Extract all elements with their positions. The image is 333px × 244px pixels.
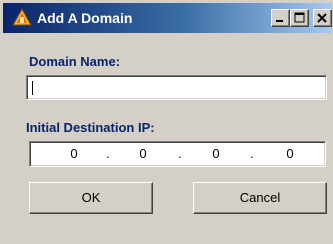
domain-app-icon — [12, 8, 32, 26]
ip-octet-4[interactable]: 0 — [280, 146, 300, 162]
ip-address-input[interactable]: 0 . 0 . 0 . 0 — [29, 141, 326, 167]
ok-button[interactable]: OK — [29, 182, 153, 214]
window-title: Add A Domain — [37, 10, 133, 26]
text-caret — [32, 81, 33, 95]
domain-name-label: Domain Name: — [29, 54, 121, 69]
ip-separator: . — [250, 146, 254, 161]
minimize-button[interactable] — [271, 9, 290, 27]
ip-separator: . — [106, 146, 110, 161]
ip-octet-1[interactable]: 0 — [64, 146, 84, 162]
maximize-icon — [294, 12, 305, 23]
minimize-icon — [276, 20, 283, 22]
ip-octet-3[interactable]: 0 — [206, 146, 226, 162]
close-button[interactable] — [313, 9, 332, 27]
cancel-button[interactable]: Cancel — [193, 182, 327, 214]
ip-octet-2[interactable]: 0 — [133, 146, 153, 162]
initial-ip-label: Initial Destination IP: — [26, 120, 155, 135]
title-bar[interactable]: Add A Domain — [3, 3, 332, 33]
ip-separator: . — [178, 146, 182, 161]
maximize-button[interactable] — [290, 9, 309, 27]
domain-name-input[interactable] — [26, 75, 327, 100]
close-icon — [317, 13, 327, 23]
add-domain-dialog: Add A Domain Domain Name: Initial Destin… — [0, 0, 333, 244]
